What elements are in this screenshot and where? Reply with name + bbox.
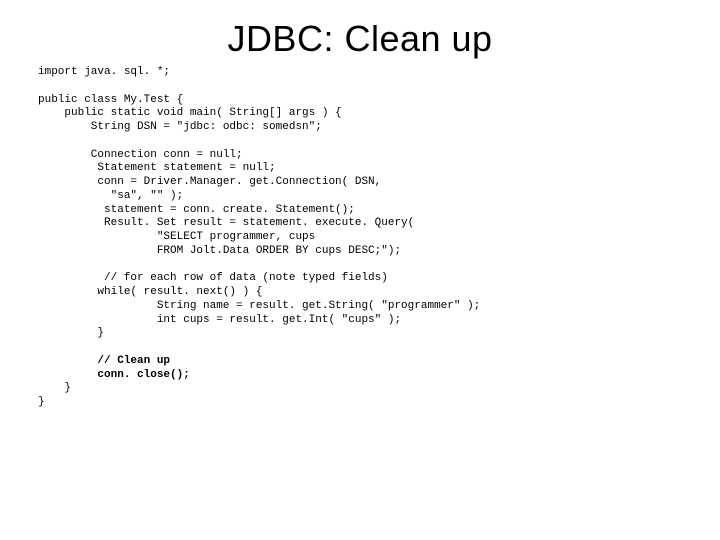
code-line: String DSN = "jdbc: odbc: somedsn"; [38, 121, 322, 133]
code-line: conn = Driver.Manager. get.Connection( D… [38, 176, 381, 188]
code-line: public static void main( String[] args )… [38, 107, 342, 119]
code-line: // for each row of data (note typed fiel… [38, 272, 388, 284]
slide-title: JDBC: Clean up [0, 18, 720, 60]
code-line-emphasis: conn. close(); [38, 369, 190, 381]
code-line: } [38, 327, 104, 339]
code-line: Statement statement = null; [38, 162, 276, 174]
code-line: } [38, 382, 71, 394]
code-line: Connection conn = null; [38, 149, 243, 161]
slide: JDBC: Clean up import java. sql. *; publ… [0, 0, 720, 540]
code-line: "SELECT programmer, cups [38, 231, 315, 243]
code-line: import java. sql. *; [38, 66, 170, 78]
code-line: "sa", "" ); [38, 190, 183, 202]
code-line: Result. Set result = statement. execute.… [38, 217, 414, 229]
code-block: import java. sql. *; public class My.Tes… [38, 66, 682, 410]
code-line: String name = result. get.String( "progr… [38, 300, 480, 312]
code-line: public class My.Test { [38, 94, 183, 106]
code-line-emphasis: // Clean up [38, 355, 170, 367]
code-line: } [38, 396, 45, 408]
code-line: statement = conn. create. Statement(); [38, 204, 355, 216]
code-line: FROM Jolt.Data ORDER BY cups DESC;"); [38, 245, 401, 257]
code-line: while( result. next() ) { [38, 286, 262, 298]
code-line: int cups = result. get.Int( "cups" ); [38, 314, 401, 326]
